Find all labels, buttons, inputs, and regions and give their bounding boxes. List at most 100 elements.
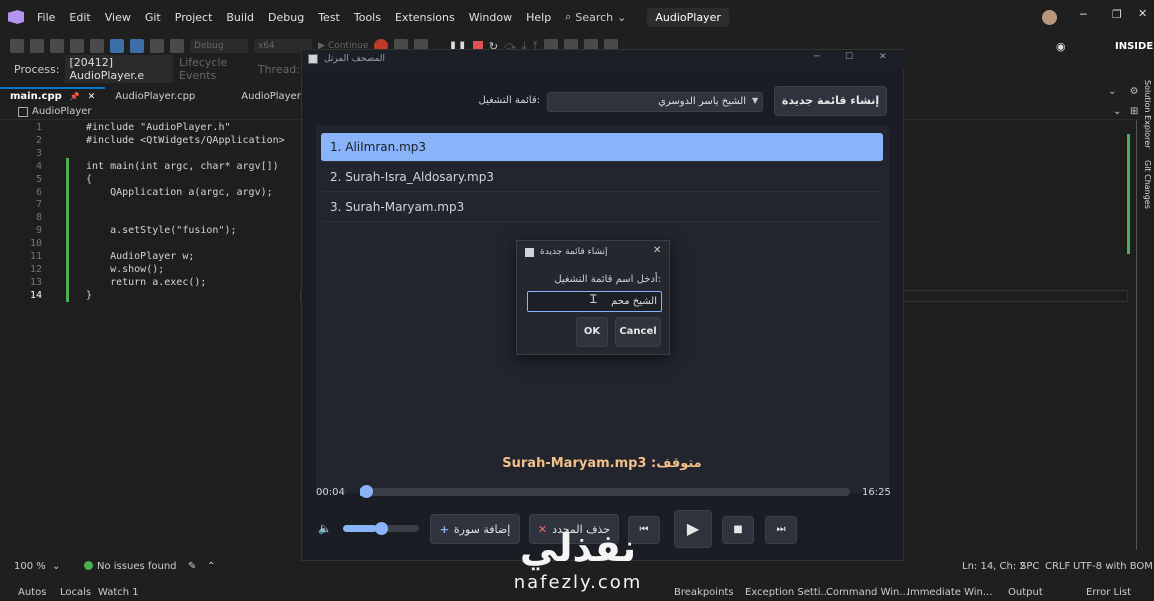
tab-output[interactable]: Output [1008,587,1043,598]
watermark-latin: nafezly.com [513,572,643,593]
tab-label: main.cpp [10,91,62,102]
scrollbar-indicator[interactable] [1127,134,1130,254]
pin-icon[interactable]: 📌 [70,92,80,101]
tab-watch-1[interactable]: Watch 1 [98,587,139,598]
config-dropdown[interactable]: Debug [190,39,248,53]
menu-window[interactable]: Window [462,11,519,24]
menu-project[interactable]: Project [168,11,220,24]
tab-command-window[interactable]: Command Win... [826,587,909,598]
close-icon[interactable]: ✕ [653,245,661,256]
next-button[interactable]: ⏭ [765,516,797,544]
tab-breakpoints[interactable]: Breakpoints [674,587,734,598]
progress-handle[interactable] [359,485,373,498]
code-line: int main(int argc, char* argv[]) [86,160,279,172]
progress-slider[interactable] [359,485,850,498]
tab-autos[interactable]: Autos [18,587,46,598]
ok-button[interactable]: OK [576,317,608,347]
chevron-down-icon: ▼ [752,96,759,105]
code-line: a.setStyle("fusion"); [86,225,237,237]
nav-project[interactable]: AudioPlayer [32,106,92,117]
solution-explorer-tab[interactable]: Solution Explorer [1143,80,1152,148]
menu-git[interactable]: Git [138,11,168,24]
line-ending[interactable]: CRLF [1045,561,1070,572]
list-item[interactable]: 1. AliImran.mp3 [321,133,883,162]
volume-icon[interactable]: 🔈 [318,522,332,535]
add-surah-button[interactable]: + إضافة سورة [430,514,520,544]
menu-help[interactable]: Help [519,11,558,24]
git-changes-tab[interactable]: Git Changes [1143,160,1152,209]
menu-tools[interactable]: Tools [347,11,388,24]
side-panel-tabs: Solution Explorer Git Changes [1143,80,1154,220]
new-file-icon[interactable] [70,39,84,53]
copilot-icon[interactable]: ◉ [1056,40,1066,53]
new-project-icon[interactable] [50,39,64,53]
encoding[interactable]: UTF-8 with BOM [1073,561,1153,572]
stop-button[interactable]: ■ [722,516,754,544]
chevron-down-icon[interactable]: ⌄ [52,561,60,572]
minimize-icon[interactable]: ─ [1080,8,1087,21]
menu-file[interactable]: File [30,11,62,24]
search-icon: ⌕ [565,10,572,23]
list-item[interactable]: 3. Surah-Maryam.mp3 [321,193,883,222]
chevron-down-icon: ⌄ [617,10,627,24]
process-label: Process: [14,62,60,76]
tab-error-list[interactable]: Error List [1086,587,1131,598]
volume-slider[interactable] [343,522,419,535]
search-menu[interactable]: ⌕ Search ⌄ [558,10,633,24]
cursor-position[interactable]: Ln: 14, Ch: 2 [962,561,1026,572]
chevron-up-icon[interactable]: ⌃ [207,561,215,572]
menu-edit[interactable]: Edit [62,11,97,24]
chevron-down-icon[interactable]: ⌄ [1113,106,1121,117]
app-icon [308,54,318,64]
line-number: 4 [35,160,42,172]
brush-icon[interactable]: ✎ [188,561,196,572]
process-dropdown[interactable]: [20412] AudioPlayer.e [65,55,174,83]
play-button[interactable]: ▶ [674,510,712,548]
settings-icon[interactable]: ⚙ [1130,86,1139,97]
new-playlist-button[interactable]: إنشاء قائمة جديدة [774,86,887,116]
tab-main-cpp[interactable]: main.cpp 📌 ✕ [0,87,106,104]
close-icon[interactable]: ✕ [879,52,887,62]
list-item[interactable]: 2. Surah-Isra_Aldosary.mp3 [321,163,883,192]
avatar[interactable] [1042,10,1057,25]
tab-exception-settings[interactable]: Exception Setti... [745,587,830,598]
add-icon[interactable]: ⊞ [1130,106,1138,117]
menu-build[interactable]: Build [219,11,261,24]
forward-icon[interactable] [30,39,44,53]
menu-extensions[interactable]: Extensions [388,11,462,24]
maximize-icon[interactable]: ☐ [845,52,853,62]
back-icon[interactable] [10,39,24,53]
open-icon[interactable] [90,39,104,53]
save-icon[interactable] [110,39,124,53]
playlist-select[interactable]: الشيخ ياسر الدوسري ▼ [547,92,763,112]
issues-status[interactable]: No issues found [97,561,177,572]
tab-locals[interactable]: Locals [60,587,91,598]
close-icon[interactable]: ✕ [88,92,96,102]
line-number: 2 [35,134,42,146]
redo-icon[interactable] [170,39,184,53]
project-icon [18,106,28,117]
save-all-icon[interactable] [130,39,144,53]
playlist-name-input[interactable]: الشيخ محم Ɪ [527,291,662,312]
lifecycle-events[interactable]: Lifecycle Events [179,56,252,82]
dialog-title: إنشاء قائمة جديدة [540,247,608,257]
change-margin [66,158,69,302]
cancel-button[interactable]: Cancel [615,317,661,347]
close-icon[interactable]: ✕ [1138,7,1147,20]
minimize-icon[interactable]: ─ [814,52,819,62]
menu-debug[interactable]: Debug [261,11,311,24]
code-line: w.show(); [86,263,165,275]
line-number: 9 [35,225,42,237]
dropdown-icon[interactable]: ⌄ [1108,86,1116,97]
volume-handle[interactable] [375,522,389,535]
menu-view[interactable]: View [98,11,138,24]
undo-icon[interactable] [150,39,164,53]
restore-icon[interactable]: ❐ [1112,8,1122,21]
zoom-level[interactable]: 100 % [14,561,46,572]
status-ok-icon [84,561,93,570]
whitespace-mode[interactable]: SPC [1020,561,1039,572]
tab-immediate-window[interactable]: Immediate Win... [907,587,992,598]
menu-test[interactable]: Test [311,11,347,24]
code-line: return a.exec(); [86,276,207,288]
tab-audioplayer-cpp[interactable]: AudioPlayer.cpp [105,89,205,104]
